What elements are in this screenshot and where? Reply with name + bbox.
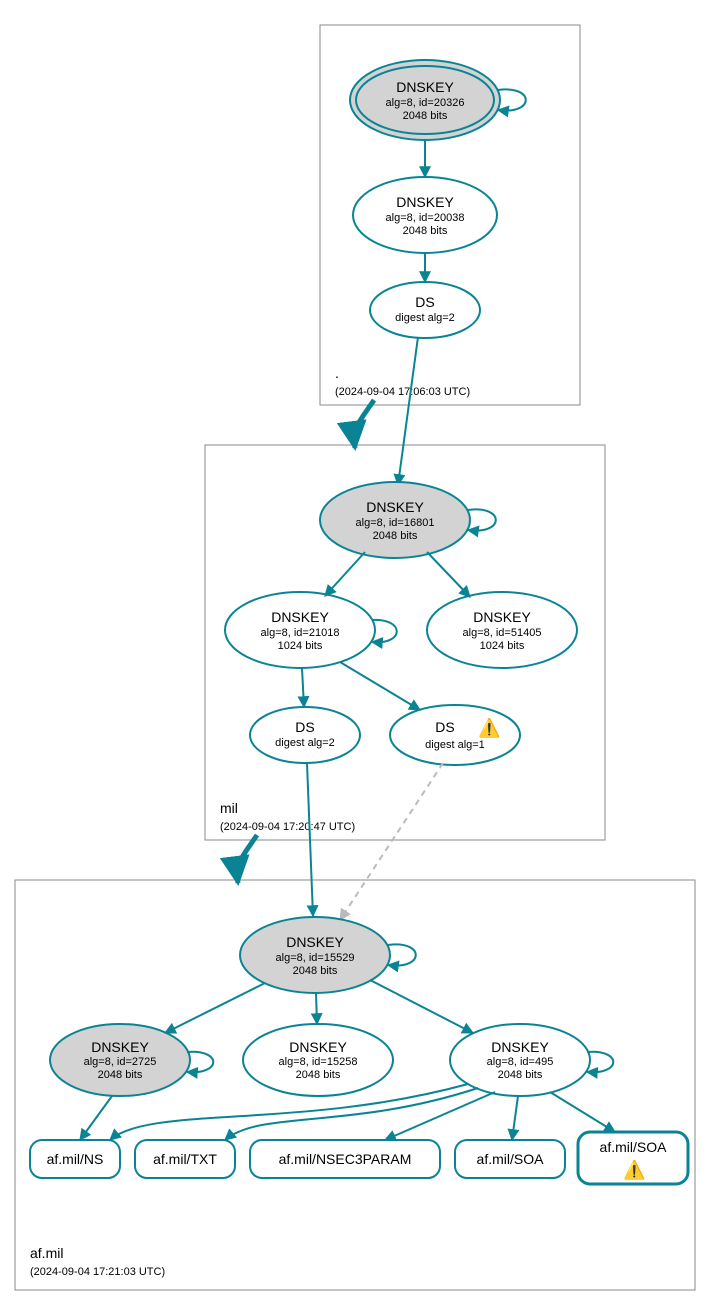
mil-ds1-title: DS <box>295 719 314 735</box>
mil-ds1-l1: digest alg=2 <box>275 737 335 749</box>
rr-txt-label: af.mil/TXT <box>153 1151 217 1167</box>
edge-afksk-k2 <box>165 983 265 1033</box>
mil-zsk1-l2: 1024 bits <box>278 640 323 652</box>
af-k4-l1: alg=8, id=495 <box>487 1056 554 1068</box>
node-rr-soa2: af.mil/SOA ⚠️ <box>578 1132 688 1184</box>
root-ksk-l1: alg=8, id=20326 <box>386 97 465 109</box>
af-ksk-title: DNSKEY <box>286 934 344 950</box>
af-k2-l2: 2048 bits <box>98 1069 143 1081</box>
node-rr-soa1: af.mil/SOA <box>455 1140 565 1178</box>
edge-af-k2-self <box>187 1052 213 1072</box>
root-zsk-l1: alg=8, id=20038 <box>386 212 465 224</box>
mil-ksk-l2: 2048 bits <box>373 530 418 542</box>
af-k3-title: DNSKEY <box>289 1039 347 1055</box>
zone-root-timestamp: (2024-09-04 17:06:03 UTC) <box>335 386 470 398</box>
edge-milds2-afksk-dashed <box>340 763 443 920</box>
node-rr-ns: af.mil/NS <box>30 1140 120 1178</box>
mil-ds2-title: DS <box>435 719 454 735</box>
node-af-k4: DNSKEY alg=8, id=495 2048 bits <box>450 1024 590 1096</box>
edge-zsk1-ds2 <box>340 662 420 710</box>
af-ksk-l1: alg=8, id=15529 <box>276 952 355 964</box>
node-mil-ksk: DNSKEY alg=8, id=16801 2048 bits <box>320 482 470 558</box>
zone-mil-timestamp: (2024-09-04 17:20:47 UTC) <box>220 821 355 833</box>
edge-root-ksk-self <box>498 89 526 110</box>
af-k4-title: DNSKEY <box>491 1039 549 1055</box>
edge-af-k4-self <box>587 1052 613 1072</box>
mil-zsk1-title: DNSKEY <box>271 609 329 625</box>
zone-afmil-label: af.mil <box>30 1245 63 1261</box>
node-af-ksk: DNSKEY alg=8, id=15529 2048 bits <box>240 917 390 993</box>
node-root-ds: DS digest alg=2 <box>370 282 480 338</box>
edge-root-to-mil-bold <box>353 400 374 448</box>
root-ds-l1: digest alg=2 <box>395 312 455 324</box>
zone-root-label: . <box>335 365 339 381</box>
mil-zsk2-title: DNSKEY <box>473 609 531 625</box>
root-ksk-l2: 2048 bits <box>403 110 448 122</box>
root-ds-title: DS <box>415 294 434 310</box>
root-ksk-title: DNSKEY <box>396 79 454 95</box>
node-mil-zsk2: DNSKEY alg=8, id=51405 1024 bits <box>427 592 577 668</box>
edge-afksk-k3 <box>316 993 317 1024</box>
edge-zsk1-ds1 <box>302 668 304 707</box>
af-k3-l2: 2048 bits <box>296 1069 341 1081</box>
node-rr-txt: af.mil/TXT <box>135 1140 235 1178</box>
edge-k4-soa1 <box>512 1096 518 1140</box>
mil-ksk-l1: alg=8, id=16801 <box>356 517 435 529</box>
rr-ns-label: af.mil/NS <box>47 1151 104 1167</box>
node-mil-ds1: DS digest alg=2 <box>250 707 360 763</box>
edge-mil-ksk-self <box>468 509 496 530</box>
edge-k2-ns <box>80 1096 112 1140</box>
mil-ds2-l1: digest alg=1 <box>425 739 485 751</box>
node-root-zsk: DNSKEY alg=8, id=20038 2048 bits <box>353 177 497 253</box>
rr-nsec-label: af.mil/NSEC3PARAM <box>279 1151 412 1167</box>
rr-soa2-label: af.mil/SOA <box>600 1139 668 1155</box>
af-k4-l2: 2048 bits <box>498 1069 543 1081</box>
zone-mil-label: mil <box>220 800 238 816</box>
af-k2-title: DNSKEY <box>91 1039 149 1055</box>
root-zsk-l2: 2048 bits <box>403 225 448 237</box>
node-af-k2: DNSKEY alg=8, id=2725 2048 bits <box>50 1024 190 1096</box>
edge-k4-soa2 <box>550 1092 615 1132</box>
edge-rootds-milksk <box>398 337 418 485</box>
af-ksk-l2: 2048 bits <box>293 965 338 977</box>
mil-zsk1-l1: alg=8, id=21018 <box>261 627 340 639</box>
node-mil-zsk1: DNSKEY alg=8, id=21018 1024 bits <box>225 592 375 668</box>
mil-zsk2-l1: alg=8, id=51405 <box>463 627 542 639</box>
root-zsk-title: DNSKEY <box>396 194 454 210</box>
node-mil-ds2: DS digest alg=1 ⚠️ <box>390 705 520 765</box>
node-root-ksk: DNSKEY alg=8, id=20326 2048 bits <box>350 60 500 140</box>
edge-afksk-k4 <box>370 980 473 1033</box>
mil-ksk-title: DNSKEY <box>366 499 424 515</box>
edge-af-ksk-self <box>388 944 416 965</box>
af-k2-l1: alg=8, id=2725 <box>84 1056 157 1068</box>
edge-milksk-zsk2 <box>427 552 470 597</box>
node-af-k3: DNSKEY alg=8, id=15258 2048 bits <box>243 1024 393 1096</box>
warning-icon: ⚠️ <box>478 717 500 738</box>
node-rr-nsec: af.mil/NSEC3PARAM <box>250 1140 440 1178</box>
edge-milksk-zsk1 <box>325 552 365 596</box>
zone-afmil-timestamp: (2024-09-04 17:21:03 UTC) <box>30 1266 165 1278</box>
af-k3-l1: alg=8, id=15258 <box>279 1056 358 1068</box>
edge-mil-to-afmil-bold <box>236 835 257 883</box>
mil-zsk2-l2: 1024 bits <box>480 640 525 652</box>
warning-icon: ⚠️ <box>623 1159 645 1180</box>
rr-soa1-label: af.mil/SOA <box>477 1151 545 1167</box>
